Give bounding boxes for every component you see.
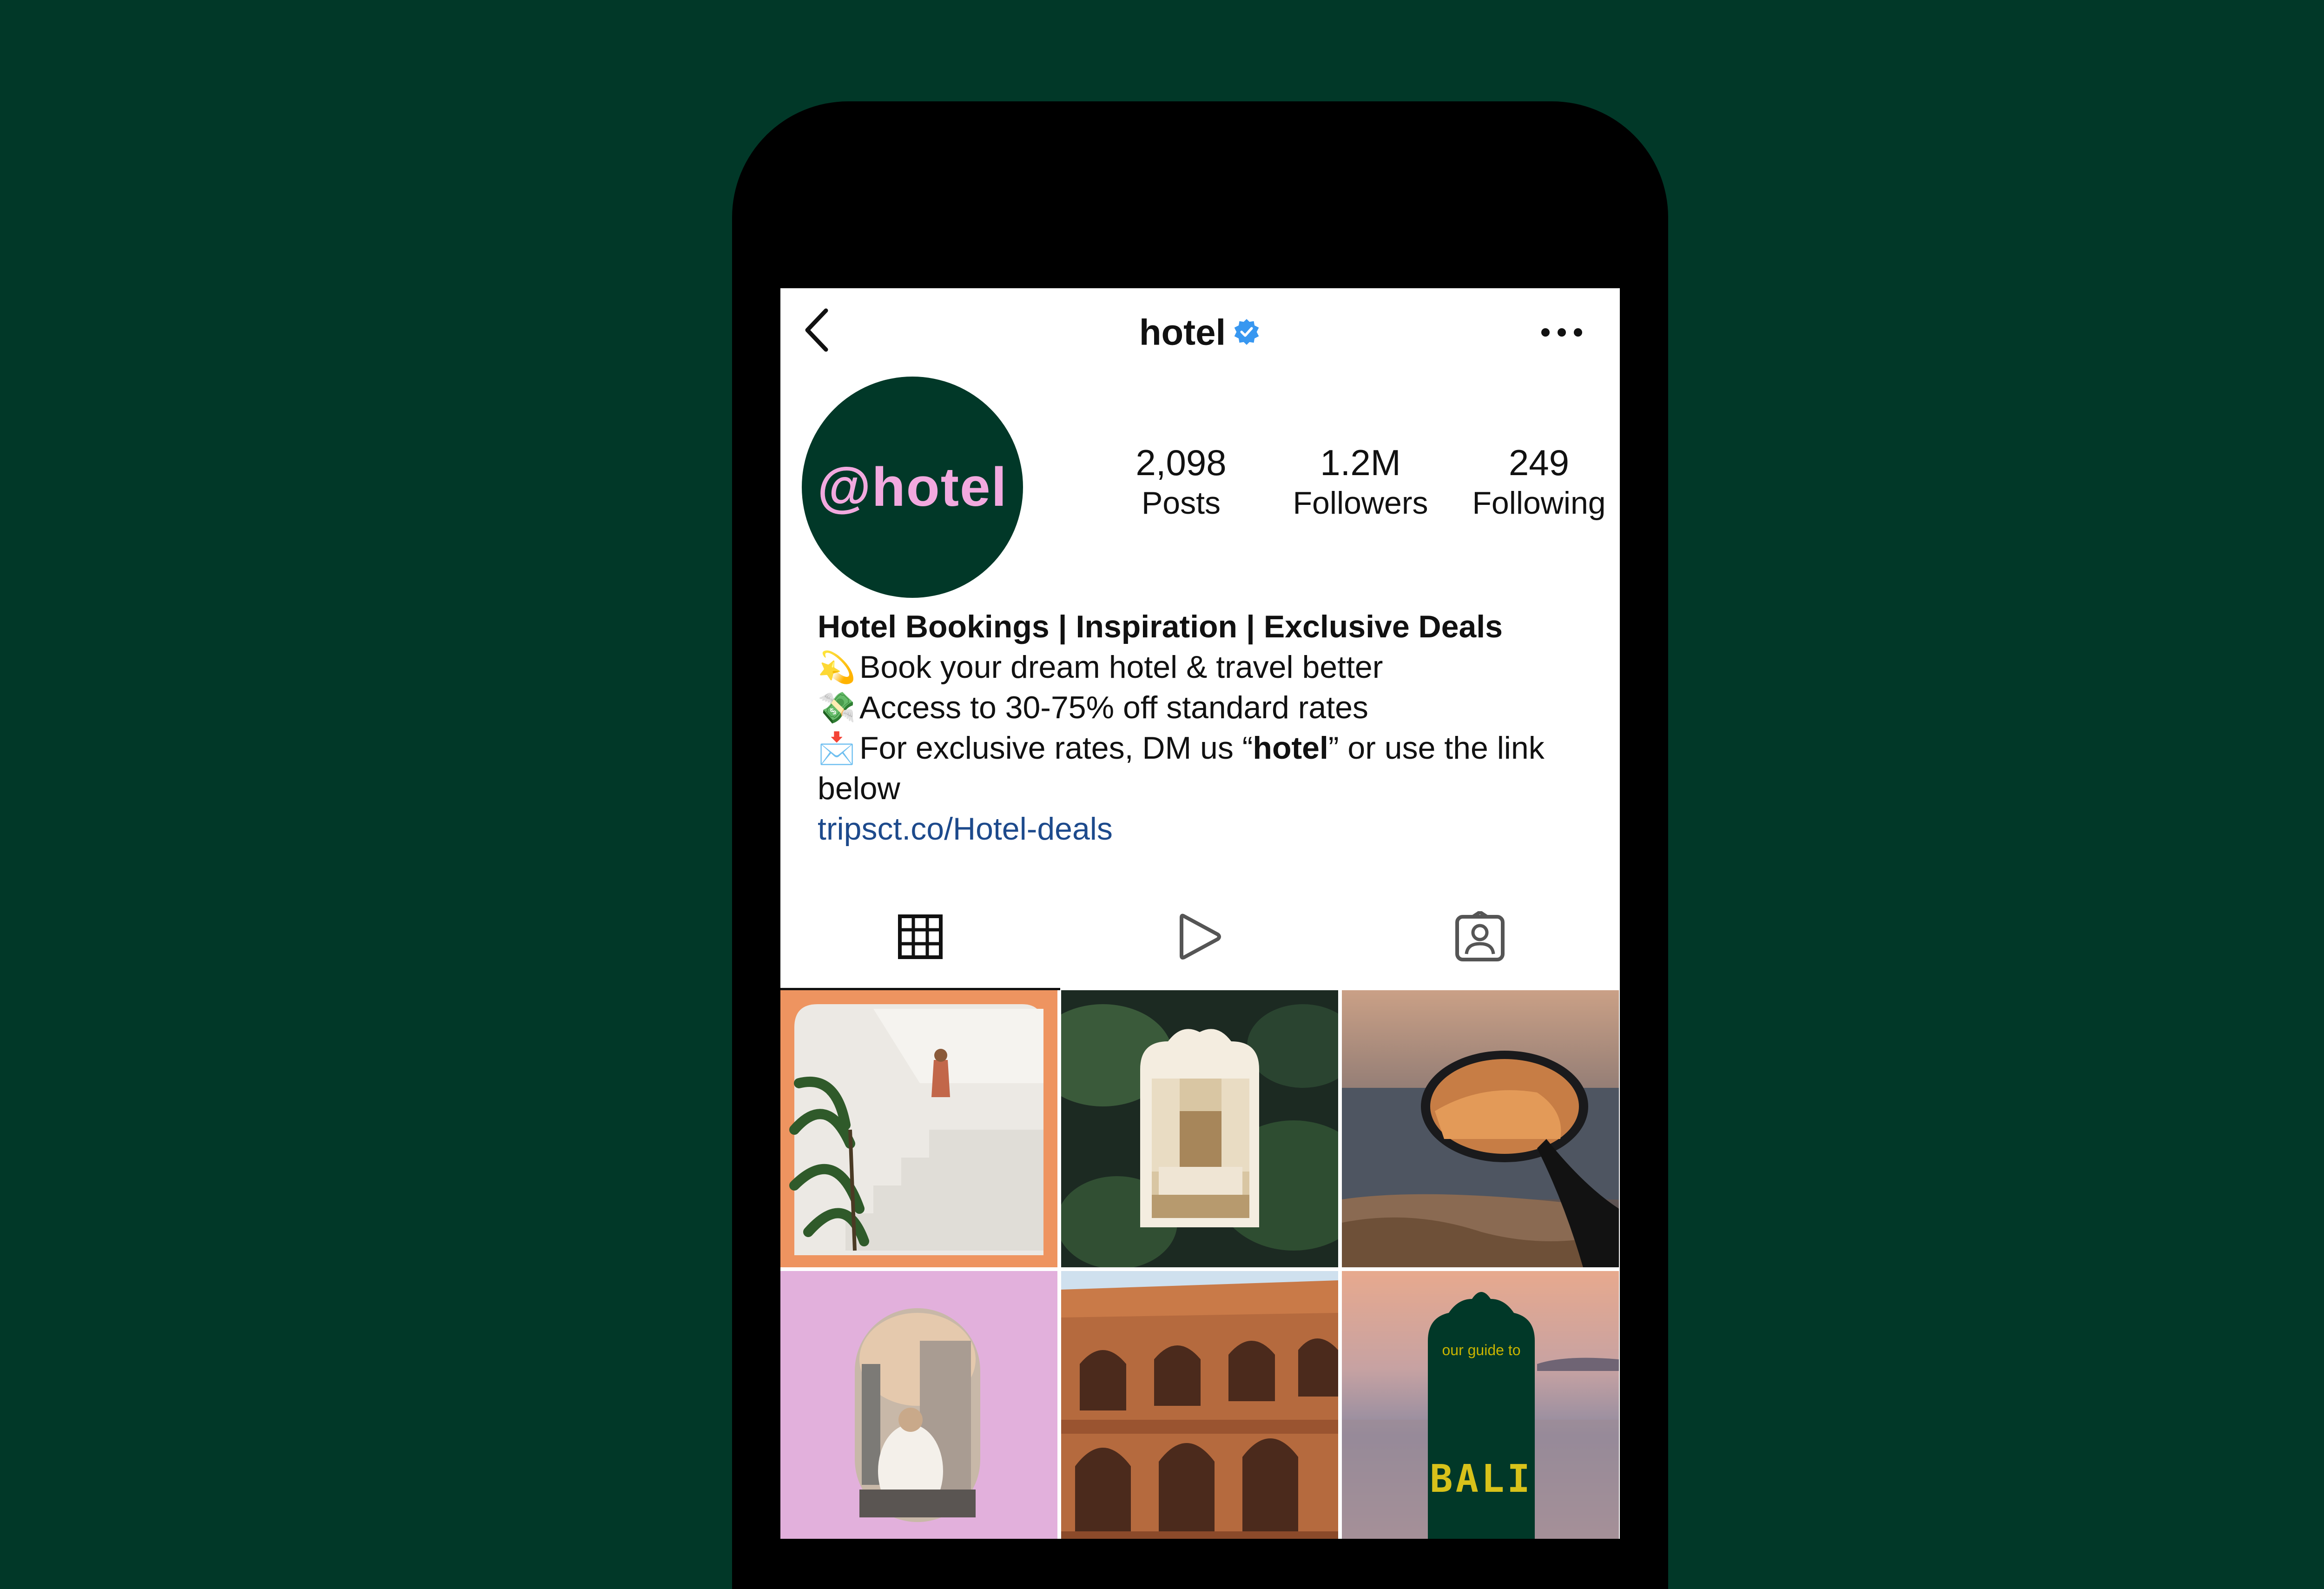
bali-guide-title: BALI [1430,1457,1533,1501]
posts-label: Posts [1141,485,1221,521]
posts-count: 2,098 [1136,442,1227,483]
username: hotel [1139,311,1226,353]
post-image-car-mirror [1342,990,1619,1267]
bio-line-3-pre: For exclusive rates, DM us “ [859,730,1253,766]
stat-followers[interactable]: 1.2M Followers [1286,442,1435,523]
post-tile-car-mirror[interactable] [1342,990,1619,1267]
stat-following[interactable]: 249 Following [1465,442,1613,523]
post-tile-pink-arch[interactable] [780,1271,1057,1539]
bio-line-1-text: Book your dream hotel & travel better [859,649,1383,685]
bio-line-3: 📩 For exclusive rates, DM us “hotel” or u… [818,728,1598,809]
bio-line-1: 💫 Book your dream hotel & travel better [818,647,1598,688]
post-tile-tropical-room[interactable] [1061,990,1338,1267]
followers-label: Followers [1293,485,1428,521]
more-options-button[interactable] [1536,321,1587,344]
more-horizontal-icon [1541,328,1582,337]
bio-line-2-text: Access to 30-75% off standard rates [859,690,1368,725]
post-image-staircase [780,990,1057,1267]
stat-posts[interactable]: 2,098 Posts [1107,442,1255,523]
post-image-tropical-room [1061,990,1338,1267]
grid-icon [898,914,943,959]
post-image-pink-arch [780,1271,1057,1539]
followers-count: 1.2M [1320,442,1401,483]
avatar-logo-text: @hotel [817,457,1008,518]
post-image-colosseum [1061,1271,1338,1539]
profile-bio: Hotel Bookings | Inspiration | Exclusive… [818,607,1598,849]
bali-guide-subtitle: our guide to [1442,1342,1521,1358]
envelope-arrow-icon: 📩 [818,731,856,765]
profile-screen: hotel @hotel 2,098 Posts 1.2M Followers … [780,288,1620,1539]
bio-link[interactable]: tripsct.co/Hotel-deals [818,809,1598,849]
following-count: 249 [1508,442,1570,483]
tab-posts-grid[interactable] [780,902,1060,972]
post-tile-staircase[interactable] [780,990,1057,1267]
post-tile-colosseum[interactable] [1061,1271,1338,1539]
money-wings-icon: 💸 [818,690,856,725]
verified-badge-icon [1234,319,1259,345]
bio-headline: Hotel Bookings | Inspiration | Exclusive… [818,609,1503,644]
following-label: Following [1472,485,1606,521]
profile-avatar[interactable]: @hotel [802,377,1023,598]
profile-username-header: hotel [780,306,1620,355]
tab-tagged[interactable] [1340,902,1620,972]
bio-line-2: 💸 Access to 30-75% off standard rates [818,688,1598,728]
dizzy-star-icon: 💫 [818,650,856,684]
post-tile-bali-guide[interactable]: our guide to BALI [1342,1271,1619,1539]
reels-play-icon [1180,914,1221,960]
tagged-person-icon [1455,911,1505,961]
tab-reels[interactable] [1060,902,1340,972]
bio-line-3-keyword: hotel [1253,730,1328,766]
